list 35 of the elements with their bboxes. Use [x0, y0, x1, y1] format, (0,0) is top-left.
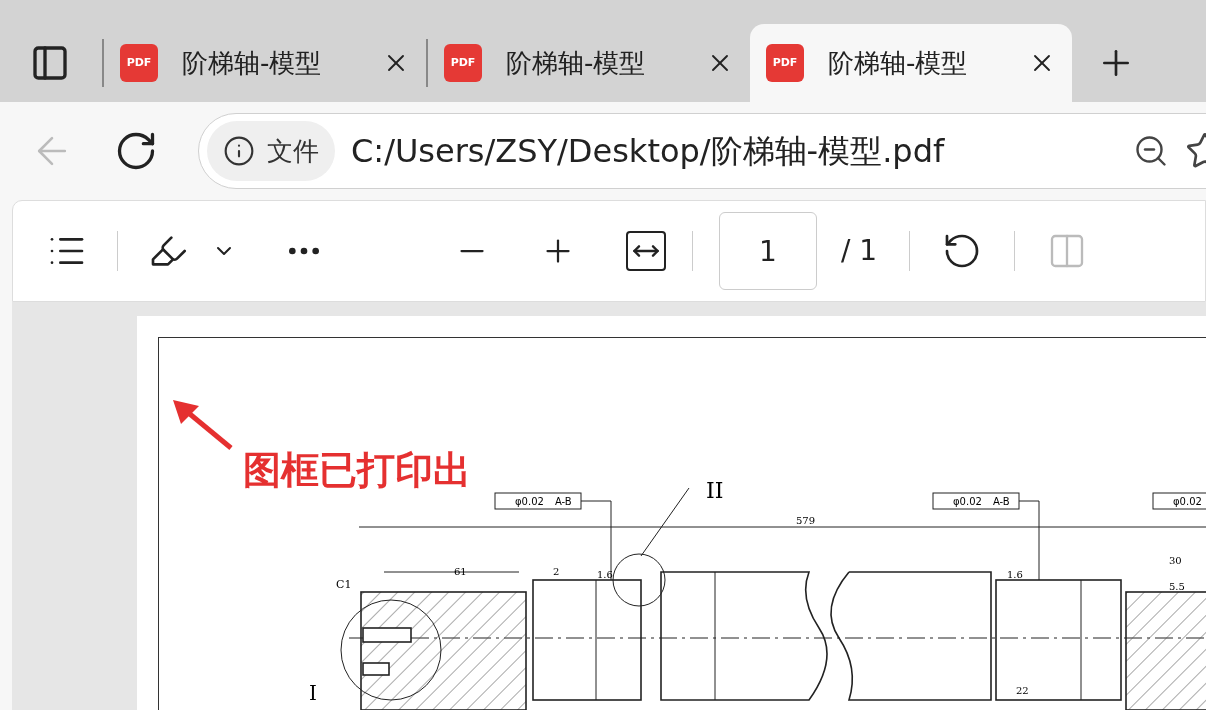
dimension-label: 2	[553, 566, 560, 577]
dimension-label: 30	[1169, 555, 1182, 566]
info-icon	[223, 135, 255, 167]
dimension-label: 1.6	[1007, 569, 1023, 580]
dimension-label: II	[706, 478, 724, 503]
datum-label: A-B	[993, 496, 1010, 507]
browser-tab[interactable]: PDF 阶梯轴-模型	[104, 24, 426, 102]
browser-tab[interactable]: PDF 阶梯轴-模型	[428, 24, 750, 102]
pdf-icon: PDF	[120, 44, 158, 82]
datum-label: A-B	[555, 496, 572, 507]
url-text: C:/Users/ZSY/Desktop/阶梯轴-模型.pdf	[351, 131, 945, 172]
tolerance-value: φ0.02	[515, 496, 544, 507]
dimension-label: I	[309, 681, 317, 705]
tab-title: 阶梯轴-模型	[182, 46, 322, 80]
dimension-label: 1.6	[597, 569, 613, 580]
dimension-label: 61	[454, 566, 467, 577]
tolerance-value: φ0.02	[1173, 496, 1202, 507]
pdf-icon: PDF	[444, 44, 482, 82]
site-info-badge[interactable]: 文件	[207, 121, 335, 181]
browser-tab[interactable]: PDF 阶梯轴-模型	[750, 24, 1072, 102]
dimension-label: 5.5	[1169, 581, 1185, 592]
pdf-icon: PDF	[766, 44, 804, 82]
annotation-text: 图框已打印出	[243, 447, 471, 494]
dimension-label: C1	[336, 578, 352, 591]
dimension-label: 22	[1016, 685, 1029, 696]
tab-title: 阶梯轴-模型	[828, 46, 968, 80]
address-bar[interactable]: 文件 C:/Users/ZSY/Desktop/阶梯轴-模型.pdf	[198, 113, 1206, 189]
tolerance-value: φ0.02	[953, 496, 982, 507]
tab-title: 阶梯轴-模型	[506, 46, 646, 80]
sidebar-icon[interactable]	[30, 43, 70, 83]
dimension-label: 579	[796, 515, 816, 526]
fit-width-icon[interactable]	[626, 231, 666, 271]
page-total: / 1	[841, 233, 878, 269]
zoom-out-icon[interactable]	[1133, 133, 1169, 169]
page-number-field[interactable]: 1	[719, 212, 817, 290]
